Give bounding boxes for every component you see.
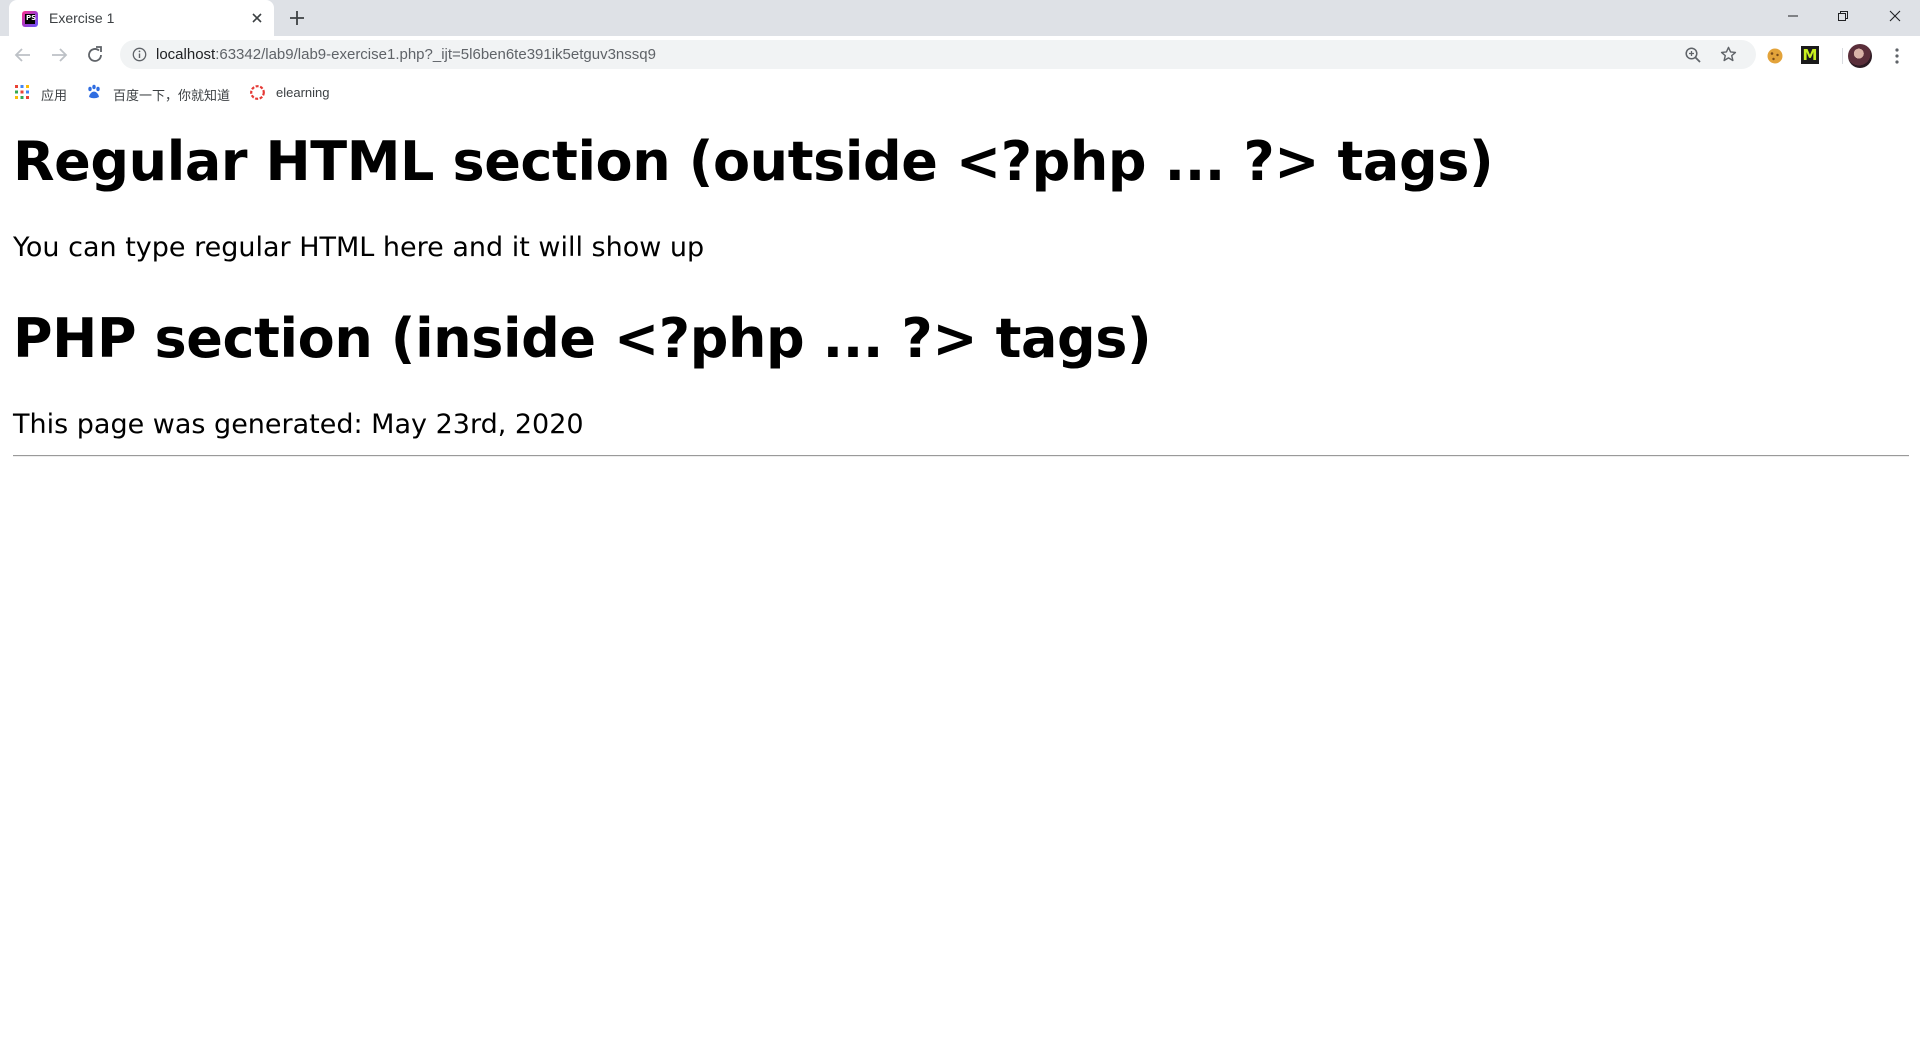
minimize-icon[interactable]: [1768, 0, 1818, 32]
info-icon[interactable]: [132, 47, 147, 62]
restore-icon[interactable]: [1818, 0, 1868, 32]
paragraph-generated-date: This page was generated: May 23rd, 2020: [13, 409, 584, 440]
m-extension-icon[interactable]: M: [1801, 46, 1819, 64]
new-tab-icon[interactable]: [287, 8, 307, 28]
horizontal-rule: [13, 455, 1909, 457]
paragraph-regular-html: You can type regular HTML here and it wi…: [13, 232, 705, 263]
page-content: Regular HTML section (outside <?php ... …: [0, 110, 1920, 1037]
forward-arrow-icon[interactable]: [48, 44, 70, 66]
close-tab-icon[interactable]: [249, 10, 265, 26]
bookmark-label: 百度一下，你就知道: [113, 88, 231, 103]
profile-avatar[interactable]: [1848, 44, 1872, 68]
bookmark-baidu[interactable]: 百度一下，你就知道: [86, 82, 236, 103]
browser-tab[interactable]: PS Exercise 1: [9, 0, 274, 36]
elearning-ring-icon: [249, 84, 265, 100]
tab-strip: PS Exercise 1: [0, 0, 1920, 36]
back-arrow-icon[interactable]: [12, 44, 34, 66]
bookmark-label: elearning: [276, 85, 330, 100]
baidu-paw-icon: [86, 84, 102, 100]
heading-regular-html: Regular HTML section (outside <?php ... …: [13, 130, 1494, 193]
apps-grid-icon: [14, 84, 30, 100]
zoom-icon[interactable]: [1684, 46, 1702, 64]
cookie-extension-icon[interactable]: [1766, 47, 1784, 65]
close-window-icon[interactable]: [1870, 0, 1920, 32]
url-host: localhost: [156, 46, 216, 63]
address-bar[interactable]: localhost:63342/lab9/lab9-exercise1.php?…: [120, 40, 1756, 69]
bookmarks-bar: 应用 百度一下，你就知道 elearning: [0, 74, 1920, 110]
tab-title: Exercise 1: [49, 10, 115, 26]
bookmark-elearning[interactable]: elearning: [249, 82, 339, 102]
bookmark-star-icon[interactable]: [1719, 45, 1738, 64]
url-path: :63342/lab9/lab9-exercise1.php?_ijt=5l6b…: [215, 46, 656, 63]
bookmark-apps[interactable]: 应用: [14, 82, 74, 103]
toolbar-divider: [1842, 48, 1843, 64]
kebab-menu-icon[interactable]: [1887, 46, 1907, 66]
url-text[interactable]: localhost:63342/lab9/lab9-exercise1.php?…: [156, 46, 656, 63]
browser-toolbar: localhost:63342/lab9/lab9-exercise1.php?…: [0, 36, 1920, 74]
phpstorm-icon: PS: [22, 11, 38, 27]
heading-php-section: PHP section (inside <?php ... ?> tags): [13, 307, 1152, 370]
bookmark-label: 应用: [41, 88, 68, 103]
reload-icon[interactable]: [84, 44, 106, 66]
